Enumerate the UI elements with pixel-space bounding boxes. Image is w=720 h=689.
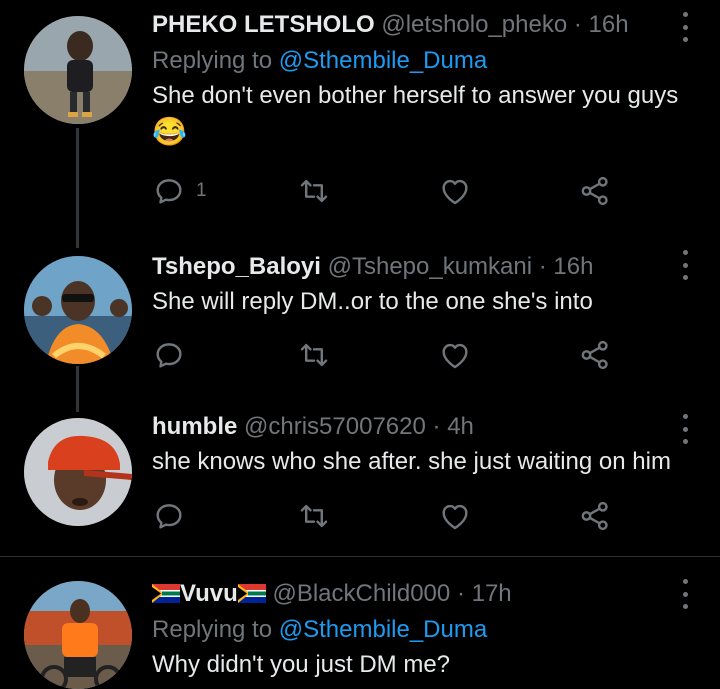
reply-icon [152,338,186,372]
timestamp[interactable]: 16h [589,11,629,38]
replying-label: Replying to [152,616,279,643]
reply-button[interactable]: 1 [152,171,207,211]
south-africa-flag-icon [237,584,266,603]
more-icon-dot [682,262,688,268]
share-button[interactable] [578,171,612,211]
avatar[interactable] [24,256,132,364]
south-africa-flag-icon [152,584,180,603]
tweet-text-body: She don't even bother herself to answer … [152,82,679,109]
replying-to: Replying to @Sthembile_Duma [152,615,696,645]
tweet-text: She will reply DM..or to the one she's i… [152,288,593,315]
user-handle[interactable]: @chris57007620 [244,413,426,440]
separator: · [432,413,441,440]
replying-to: Replying to @Sthembile_Duma [152,46,696,76]
share-icon [578,338,612,372]
more-options-button[interactable] [680,250,690,280]
share-icon [578,499,612,533]
tweet-actions: 1 [152,171,622,211]
more-icon-dot [682,12,688,17]
tweet-text: Why didn't you just DM me? [152,651,451,678]
like-button[interactable] [438,496,472,536]
more-icon-dot [682,414,688,419]
more-icon-dot [682,24,688,30]
tweet-actions [152,496,622,536]
timestamp[interactable]: 16h [553,253,593,280]
more-icon-dot [682,37,688,42]
avatar[interactable] [24,16,132,124]
more-options-button[interactable] [680,12,690,42]
tweet-header: PHEKO LETSHOLO @letsholo_pheko · 16h [152,10,696,40]
separator: · [538,253,547,280]
display-name[interactable]: PHEKO LETSHOLO [152,11,375,38]
display-name[interactable]: Tshepo_Baloyi [152,253,321,280]
retweet-icon [297,174,331,208]
tweet[interactable]: humble @chris57007620 · 4h she knows who… [0,410,720,556]
laughing-emoji: 😂 [152,116,187,147]
retweet-icon [297,499,331,533]
mention-link[interactable]: @Sthembile_Duma [279,47,487,74]
reply-icon [152,174,186,208]
tweet-actions [152,335,622,375]
retweet-icon [297,338,331,372]
separator: · [456,580,465,607]
share-button[interactable] [578,496,612,536]
reply-count: 1 [196,180,207,201]
more-icon-dot [682,604,688,609]
more-options-button[interactable] [680,579,690,609]
tweet-header: humble @chris57007620 · 4h [152,412,696,442]
more-icon-dot [682,579,688,584]
heart-icon [438,338,472,372]
tweet[interactable]: Tshepo_Baloyi @Tshepo_kumkani · 16h She … [0,250,720,410]
retweet-button[interactable] [297,496,331,536]
more-icon-dot [682,250,688,255]
retweet-button[interactable] [297,335,331,375]
share-icon [578,174,612,208]
tweet-text: she knows who she after. she just waitin… [152,448,671,475]
user-handle[interactable]: @Tshepo_kumkani [328,253,532,280]
display-name[interactable]: Vuvu [180,580,238,607]
mention-link[interactable]: @Sthembile_Duma [279,616,487,643]
timestamp[interactable]: 17h [472,580,512,607]
heart-icon [438,499,472,533]
heart-icon [438,174,472,208]
avatar[interactable] [24,418,132,526]
tweet-header: Vuvu @BlackChild000 · 17h [152,579,696,609]
user-handle[interactable]: @letsholo_pheko [381,11,567,38]
like-button[interactable] [438,335,472,375]
more-icon-dot [682,275,688,280]
like-button[interactable] [438,171,472,211]
more-icon-dot [682,426,688,432]
more-icon-dot [682,439,688,444]
retweet-button[interactable] [297,171,331,211]
more-options-button[interactable] [680,414,690,444]
tweet-text: She don't even bother herself to answer … [152,78,696,152]
timestamp[interactable]: 4h [447,413,474,440]
tweet[interactable]: PHEKO LETSHOLO @letsholo_pheko · 16h Rep… [0,0,720,250]
user-handle[interactable]: @BlackChild000 [272,580,450,607]
replying-label: Replying to [152,47,279,74]
reply-button[interactable] [152,335,186,375]
avatar[interactable] [24,581,132,689]
more-icon-dot [682,591,688,597]
tweet[interactable]: Vuvu @BlackChild000 · 17h Replying to @S… [0,557,720,689]
reply-icon [152,499,186,533]
separator: · [573,11,582,38]
share-button[interactable] [578,335,612,375]
reply-button[interactable] [152,496,186,536]
display-name[interactable]: humble [152,413,237,440]
tweet-header: Tshepo_Baloyi @Tshepo_kumkani · 16h [152,252,696,282]
